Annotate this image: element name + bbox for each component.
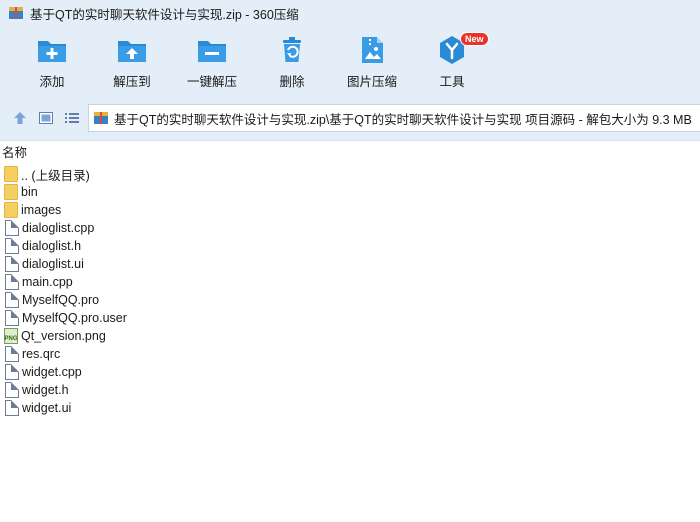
list-view-button[interactable] <box>63 110 81 126</box>
file-icon <box>5 256 19 272</box>
file-name: images <box>21 203 62 217</box>
folder-icon <box>4 166 18 182</box>
file-icon <box>5 364 19 380</box>
file-icon <box>5 292 19 308</box>
file-list: .. (上级目录) bin images dialoglist.cpp dial… <box>0 165 700 417</box>
up-level-button[interactable] <box>11 110 29 126</box>
list-item-parent-dir[interactable]: .. (上级目录) <box>0 165 700 183</box>
add-archive-icon <box>38 41 66 62</box>
list-item[interactable]: images <box>0 201 700 219</box>
address-bar: 基于QT的实时聊天软件设计与实现.zip\基于QT的实时聊天软件设计与实现 项目… <box>0 96 700 140</box>
file-name: bin <box>21 185 38 199</box>
image-compress-button[interactable]: 图片压缩 <box>333 34 411 90</box>
path-field[interactable]: 基于QT的实时聊天软件设计与实现.zip\基于QT的实时聊天软件设计与实现 项目… <box>88 104 700 132</box>
tools-button[interactable]: New 工具 <box>413 32 491 90</box>
file-icon <box>5 274 19 290</box>
extract-to-label: 解压到 <box>113 75 151 89</box>
image-compress-icon <box>362 37 383 63</box>
new-badge: New <box>460 32 489 46</box>
add-button[interactable]: 添加 <box>13 34 91 90</box>
file-name: widget.h <box>22 383 69 397</box>
file-icon <box>5 346 19 362</box>
list-item[interactable]: widget.h <box>0 381 700 399</box>
delete-icon <box>283 37 301 62</box>
file-name: Qt_version.png <box>21 329 106 343</box>
column-name-header[interactable]: 名称 <box>0 142 27 161</box>
tools-label: 工具 <box>439 75 465 89</box>
delete-label: 删除 <box>279 75 305 89</box>
file-name: .. (上级目录) <box>21 168 90 183</box>
file-name: widget.ui <box>22 401 72 415</box>
arrow-up-icon <box>14 112 26 124</box>
thumbnail-view-button[interactable] <box>37 110 55 126</box>
file-icon <box>5 310 19 326</box>
png-image-icon: PNG <box>4 328 18 344</box>
folder-icon <box>4 184 18 200</box>
list-item[interactable]: bin <box>0 183 700 201</box>
file-name: dialoglist.ui <box>22 257 84 271</box>
list-item[interactable]: widget.ui <box>0 399 700 417</box>
one-click-extract-button[interactable]: 一键解压 <box>173 34 251 90</box>
list-item[interactable]: MyselfQQ.pro <box>0 291 700 309</box>
title-bar: 基于QT的实时聊天软件设计与实现.zip - 360压缩 <box>0 0 700 26</box>
file-icon <box>5 382 19 398</box>
file-name: res.qrc <box>22 347 61 361</box>
list-view-icon <box>65 113 79 123</box>
file-name: MyselfQQ.pro.user <box>22 311 127 325</box>
toolbar: 添加 解压到 一键解压 删除 图片压缩 New 工具 <box>0 26 700 96</box>
archive-icon <box>93 110 109 126</box>
one-click-extract-icon <box>198 41 226 62</box>
file-name: widget.cpp <box>22 365 82 379</box>
file-icon <box>5 238 19 254</box>
column-header: 名称 <box>0 140 700 162</box>
list-item[interactable]: MyselfQQ.pro.user <box>0 309 700 327</box>
add-button-label: 添加 <box>39 75 65 89</box>
thumbnail-view-icon <box>39 112 53 124</box>
file-icon <box>5 400 19 416</box>
file-icon <box>5 220 19 236</box>
archive-app-icon <box>8 5 24 21</box>
list-item[interactable]: dialoglist.h <box>0 237 700 255</box>
list-item[interactable]: widget.cpp <box>0 363 700 381</box>
file-name: MyselfQQ.pro <box>22 293 100 307</box>
delete-button[interactable]: 删除 <box>253 34 331 90</box>
file-name: dialoglist.cpp <box>22 221 95 235</box>
image-compress-label: 图片压缩 <box>346 75 397 89</box>
list-item[interactable]: main.cpp <box>0 273 700 291</box>
list-item[interactable]: dialoglist.ui <box>0 255 700 273</box>
folder-icon <box>4 202 18 218</box>
window-title: 基于QT的实时聊天软件设计与实现.zip - 360压缩 <box>30 7 299 22</box>
list-item[interactable]: PNG Qt_version.png <box>0 327 700 345</box>
extract-to-button[interactable]: 解压到 <box>93 34 171 90</box>
one-click-extract-label: 一键解压 <box>186 75 237 89</box>
path-text: 基于QT的实时聊天软件设计与实现.zip\基于QT的实时聊天软件设计与实现 项目… <box>114 112 692 127</box>
list-item[interactable]: res.qrc <box>0 345 700 363</box>
extract-to-icon <box>118 41 146 62</box>
file-name: main.cpp <box>22 275 73 289</box>
file-name: dialoglist.h <box>22 239 82 253</box>
list-item[interactable]: dialoglist.cpp <box>0 219 700 237</box>
